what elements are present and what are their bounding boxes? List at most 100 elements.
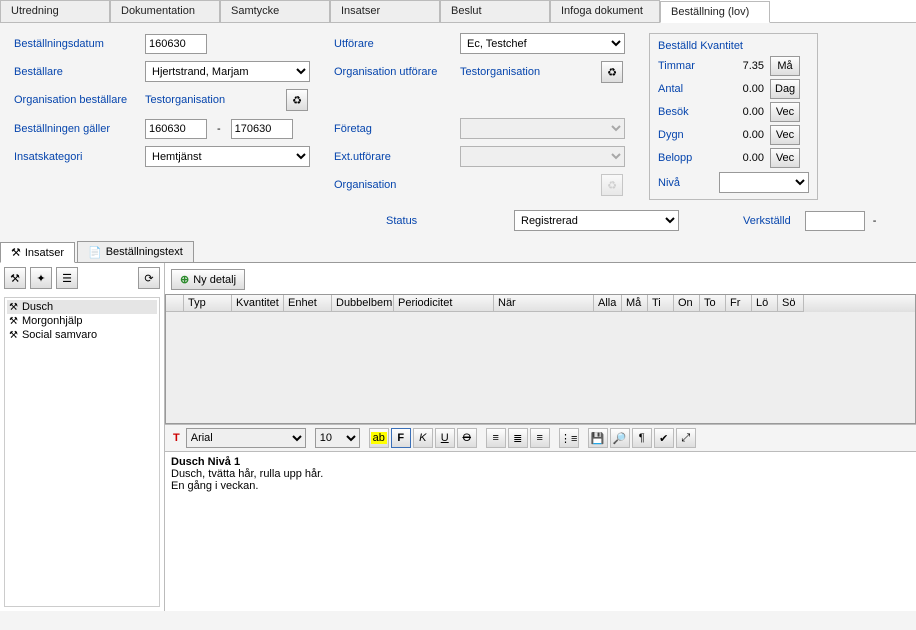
select-status[interactable]: Registrerad (514, 210, 679, 231)
spellcheck-icon: ✔ (659, 432, 668, 445)
tab-beslut[interactable]: Beslut (440, 0, 550, 22)
align-center-button[interactable]: ≣ (508, 428, 528, 448)
input-verkstalld-from[interactable] (805, 211, 865, 231)
italic-button[interactable]: K (413, 428, 433, 448)
unit-belopp-button[interactable]: Vec (770, 148, 800, 168)
tree-list: ⚒Dusch ⚒Morgonhjälp ⚒Social samvaro (4, 297, 160, 607)
strike-button[interactable]: Ө (457, 428, 477, 448)
tab-bestallning-lov[interactable]: Beställning (lov) (660, 1, 770, 23)
expand-button[interactable]: ⤢ (676, 428, 696, 448)
col-nar[interactable]: När (494, 295, 594, 312)
align-left-button[interactable]: ≡ (486, 428, 506, 448)
bold-icon: F (397, 432, 404, 444)
col-to[interactable]: To (700, 295, 726, 312)
tab-infoga-dokument[interactable]: Infoga dokument (550, 0, 660, 22)
tool-button-3[interactable]: ☰ (56, 267, 78, 289)
editor-line: En gång i veckan. (171, 480, 910, 492)
refresh-button[interactable]: ⟳ (138, 267, 160, 289)
tab-dokumentation[interactable]: Dokumentation (110, 0, 220, 22)
expand-icon: ⤢ (681, 432, 690, 445)
select-niva[interactable] (719, 172, 809, 193)
save-button[interactable]: 💾 (588, 428, 608, 448)
value-timmar: 7.35 (719, 60, 764, 72)
form-mid-col: Utförare Ec, Testchef Organisation utför… (334, 33, 625, 200)
tab-insatser[interactable]: Insatser (330, 0, 440, 22)
bold-button[interactable]: F (391, 428, 411, 448)
strike-icon: Ө (462, 432, 471, 444)
col-dubbelbem[interactable]: Dubbelbem (332, 295, 394, 312)
col-on[interactable]: On (674, 295, 700, 312)
editor-heading: Dusch Nivå 1 (171, 456, 910, 468)
tab-samtycke[interactable]: Samtycke (220, 0, 330, 22)
value-antal: 0.00 (719, 83, 764, 95)
tab-utredning[interactable]: Utredning (0, 0, 110, 22)
col-so[interactable]: Sö (778, 295, 804, 312)
underline-icon: U (441, 432, 449, 444)
unit-antal-button[interactable]: Dag (770, 79, 800, 99)
tree-item-social-samvaro[interactable]: ⚒Social samvaro (7, 328, 157, 342)
bullet-list-button[interactable]: ⋮≡ (559, 428, 579, 448)
tree-item-label: Dusch (22, 301, 53, 313)
unit-besok-button[interactable]: Vec (770, 102, 800, 122)
align-right-button[interactable]: ≡ (530, 428, 550, 448)
ny-detalj-button[interactable]: ⊕ Ny detalj (171, 269, 245, 290)
col-rowselect[interactable] (166, 295, 184, 312)
subtab-bestallningstext-label: Beställningstext (106, 246, 183, 258)
value-dygn: 0.00 (719, 129, 764, 141)
spellcheck-button[interactable]: ✔ (654, 428, 674, 448)
hammer-icon: ⚒ (9, 330, 18, 341)
grid-header: Typ Kvantitet Enhet Dubbelbem Periodicit… (166, 295, 915, 312)
font-size-select[interactable]: 10 (315, 428, 360, 448)
detail-grid[interactable]: Typ Kvantitet Enhet Dubbelbem Periodicit… (165, 294, 916, 424)
select-utforare[interactable]: Ec, Testchef (460, 33, 625, 54)
align-left-icon: ≡ (493, 432, 499, 444)
hammer-icon: ⚒ (9, 316, 18, 327)
quantity-box: Beställd Kvantitet Timmar 7.35 Må Antal … (649, 33, 818, 200)
subtab-bestallningstext[interactable]: 📄 Beställningstext (77, 241, 194, 262)
tree-item-morgonhjalp[interactable]: ⚒Morgonhjälp (7, 314, 157, 328)
col-alla[interactable]: Alla (594, 295, 622, 312)
phrase-button[interactable]: ¶ (632, 428, 652, 448)
col-lo[interactable]: Lö (752, 295, 778, 312)
rich-text-editor[interactable]: Dusch Nivå 1 Dusch, tvätta hår, rulla up… (165, 452, 916, 611)
label-insatskategori: Insatskategori (14, 151, 139, 163)
select-foretag (460, 118, 625, 139)
value-org-bestallare: Testorganisation (145, 94, 280, 106)
tool-button-1[interactable]: ⚒ (4, 267, 26, 289)
label-ext-utforare: Ext.utförare (334, 151, 454, 163)
col-periodicitet[interactable]: Periodicitet (394, 295, 494, 312)
input-galler-to[interactable] (231, 119, 293, 139)
underline-button[interactable]: U (435, 428, 455, 448)
sub-tabs: ⚒ Insatser 📄 Beställningstext (0, 239, 916, 263)
label-besok: Besök (658, 106, 713, 118)
select-bestallare[interactable]: Hjertstrand, Marjam (145, 61, 310, 82)
quantity-title: Beställd Kvantitet (658, 40, 809, 52)
plus-icon: ⊕ (180, 273, 189, 286)
find-button[interactable]: 🔎 (610, 428, 630, 448)
tree-item-dusch[interactable]: ⚒Dusch (7, 300, 157, 314)
hammer-icon: ⚒ (11, 246, 21, 259)
org-bestallare-tree-button[interactable]: ♻ (286, 89, 308, 111)
select-insatskategori[interactable]: Hemtjänst (145, 146, 310, 167)
col-ma[interactable]: Må (622, 295, 648, 312)
form-right-col: Beställd Kvantitet Timmar 7.35 Må Antal … (649, 33, 818, 200)
input-bestallningsdatum[interactable] (145, 34, 207, 54)
subtab-insatser[interactable]: ⚒ Insatser (0, 242, 75, 263)
value-org-utforare: Testorganisation (460, 66, 595, 78)
tool-button-2[interactable]: ✦ (30, 267, 52, 289)
unit-dygn-button[interactable]: Vec (770, 125, 800, 145)
font-family-select[interactable]: Arial (186, 428, 306, 448)
italic-icon: K (419, 432, 426, 444)
col-enhet[interactable]: Enhet (284, 295, 332, 312)
highlight-color-button[interactable]: ab (369, 428, 389, 448)
col-kvantitet[interactable]: Kvantitet (232, 295, 284, 312)
form-pane: Beställningsdatum Beställare Hjertstrand… (0, 23, 916, 206)
col-fr[interactable]: Fr (726, 295, 752, 312)
col-typ[interactable]: Typ (184, 295, 232, 312)
phrase-icon: ¶ (639, 432, 645, 444)
label-org-utforare: Organisation utförare (334, 66, 454, 78)
input-galler-from[interactable] (145, 119, 207, 139)
unit-timmar-button[interactable]: Må (770, 56, 800, 76)
org-utforare-tree-button[interactable]: ♻ (601, 61, 623, 83)
col-ti[interactable]: Ti (648, 295, 674, 312)
